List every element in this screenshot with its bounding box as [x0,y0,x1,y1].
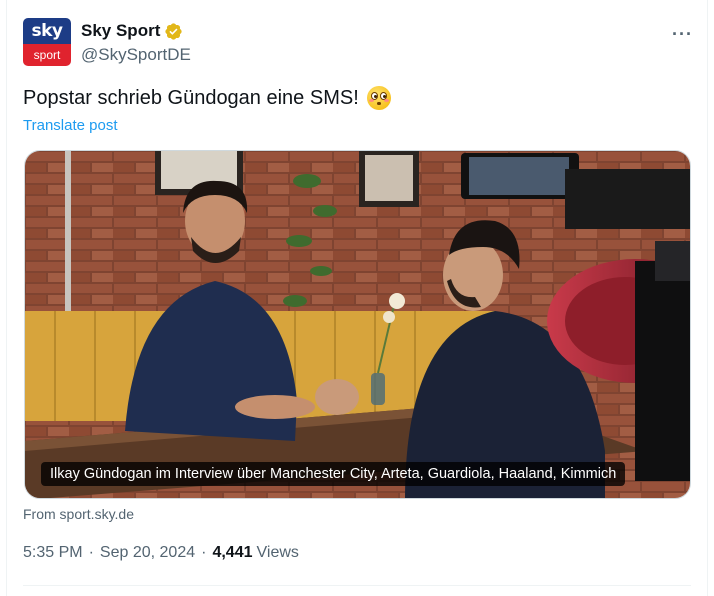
author-handle[interactable]: @SkySportDE [81,45,191,65]
tweet-media-image[interactable]: Ilkay Gündogan im Interview über Manches… [24,150,691,499]
verified-badge-icon [165,22,182,40]
avatar-logo-top: sky [31,21,63,41]
tweet-card: sky sport Sky Sport @SkySportDE ··· Pops… [6,0,708,596]
tweet-text-row: Popstar schrieb Gündogan eine SMS! [23,86,391,110]
tweet-time[interactable]: 5:35 PM [23,544,83,562]
separator-dot: · [201,544,207,561]
avatar-logo-bottom: sport [33,48,61,62]
avatar[interactable]: sky sport [23,18,71,66]
tweet-text: Popstar schrieb Gündogan eine SMS! [23,86,359,109]
divider [23,585,691,586]
author-info: Sky Sport @SkySportDE [81,20,191,65]
author-name[interactable]: Sky Sport [81,21,160,41]
views-count[interactable]: 4,441 [212,544,252,562]
flushed-face-icon [366,86,391,110]
separator-dot: · [88,544,94,561]
tweet-date[interactable]: Sep 20, 2024 [100,544,195,562]
interview-photo [25,151,690,498]
media-caption: Ilkay Gündogan im Interview über Manches… [41,462,626,486]
translate-post-link[interactable]: Translate post [23,117,118,134]
tweet-meta: 5:35 PM · Sep 20, 2024 · 4,441 Views [23,544,299,562]
media-source-link[interactable]: From sport.sky.de [23,506,134,522]
views-label: Views [256,544,299,561]
more-options-icon[interactable]: ··· [672,24,693,45]
author-name-row[interactable]: Sky Sport [81,20,191,42]
